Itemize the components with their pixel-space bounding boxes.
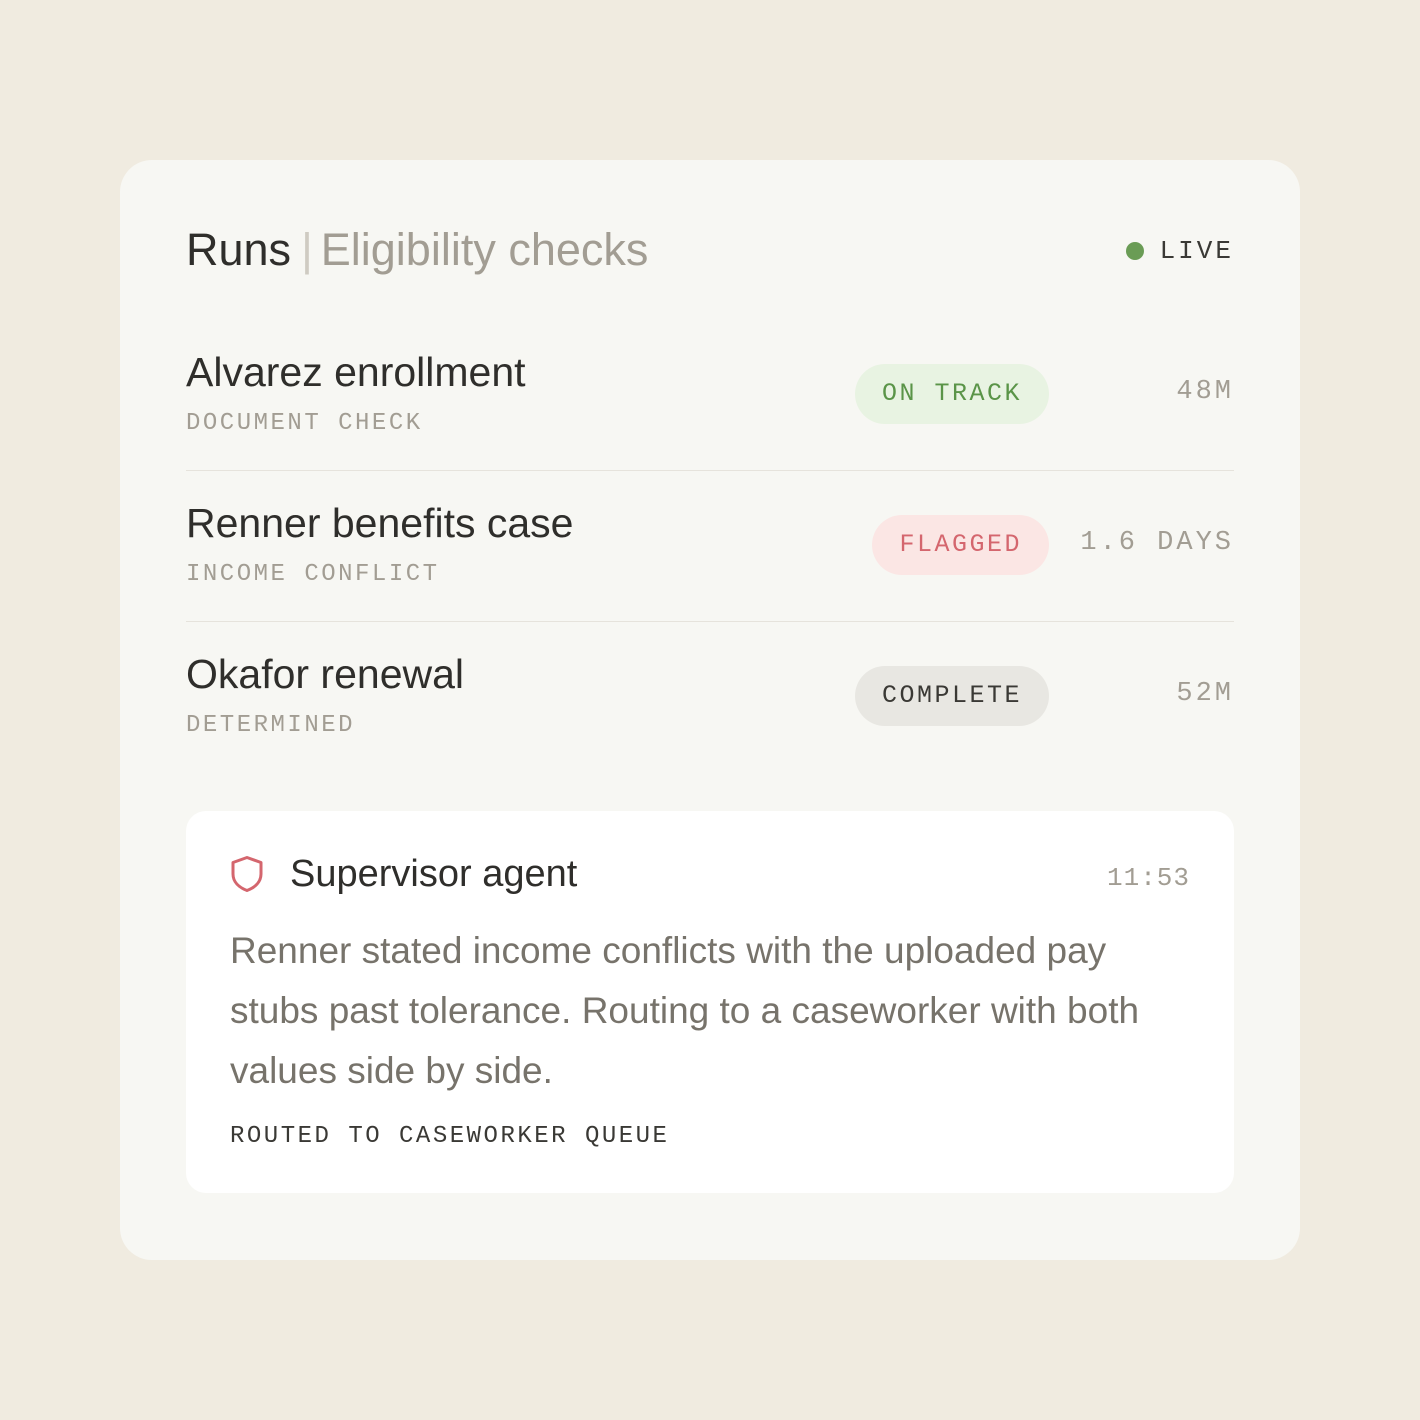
run-name: Alvarez enrollment [186, 349, 526, 395]
runs-list: Alvarez enrollment DOCUMENT CHECK ON TRA… [186, 320, 1234, 772]
shield-icon [230, 855, 264, 893]
runs-card: Runs | Eligibility checks LIVE Alvarez enr… [120, 160, 1300, 1260]
run-subtitle: DETERMINED [186, 712, 356, 739]
agent-header: Supervisor agent 11:53 [230, 851, 1190, 901]
page-title: Runs | Eligibility checks [186, 222, 648, 278]
live-dot-icon [1125, 242, 1144, 260]
title-main: Runs [186, 224, 292, 275]
live-label: LIVE [1159, 236, 1234, 266]
run-elapsed: 48M [1176, 377, 1234, 407]
agent-name: Supervisor agent [290, 853, 578, 895]
card-header: Runs | Eligibility checks LIVE [186, 222, 1234, 282]
status-badge: ON TRACK [854, 364, 1049, 424]
agent-routing-status: ROUTED TO CASEWORKER QUEUE [230, 1123, 670, 1150]
agent-timestamp: 11:53 [1106, 863, 1190, 893]
status-badge: COMPLETE [854, 666, 1049, 726]
live-indicator: LIVE [1125, 236, 1234, 266]
run-subtitle: DOCUMENT CHECK [186, 410, 423, 437]
run-row-okafor[interactable]: Okafor renewal DETERMINED COMPLETE 52M [186, 622, 1234, 772]
run-row-alvarez[interactable]: Alvarez enrollment DOCUMENT CHECK ON TRA… [186, 320, 1234, 471]
run-subtitle: INCOME CONFLICT [186, 561, 440, 588]
supervisor-agent-card: Supervisor agent 11:53 Renner stated inc… [186, 811, 1234, 1193]
title-separator: | [301, 224, 313, 275]
run-elapsed: 1.6 DAYS [1080, 528, 1234, 558]
run-elapsed: 52M [1176, 679, 1234, 709]
run-row-renner[interactable]: Renner benefits case INCOME CONFLICT FLA… [186, 471, 1234, 622]
title-subtitle: Eligibility checks [320, 224, 649, 275]
status-badge: FLAGGED [872, 515, 1049, 575]
agent-message: Renner stated income conflicts with the … [230, 930, 1140, 1091]
run-name: Renner benefits case [186, 500, 574, 546]
run-name: Okafor renewal [186, 651, 465, 697]
